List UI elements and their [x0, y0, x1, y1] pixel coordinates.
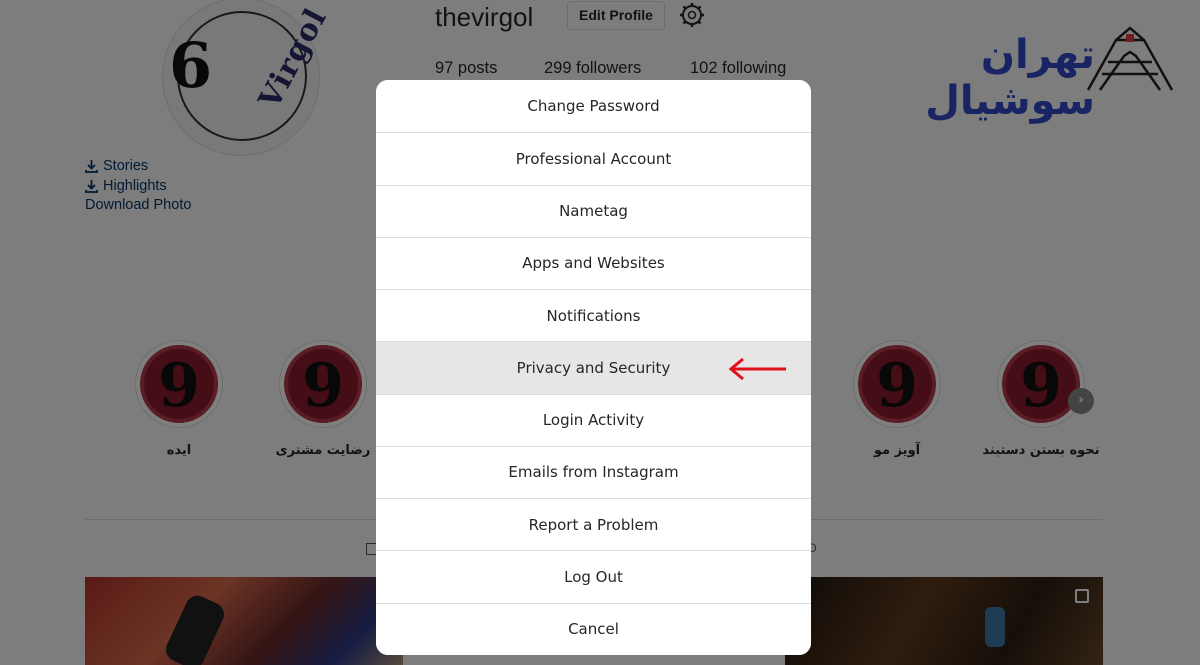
red-arrow-annotation-icon	[728, 357, 786, 381]
menu-item-report-problem[interactable]: Report a Problem	[376, 498, 811, 551]
menu-item-cancel[interactable]: Cancel	[376, 602, 811, 655]
menu-item-emails-instagram[interactable]: Emails from Instagram	[376, 445, 811, 499]
menu-item-log-out[interactable]: Log Out	[376, 550, 811, 603]
menu-item-professional-account[interactable]: Professional Account	[376, 132, 811, 185]
menu-item-notifications[interactable]: Notifications	[376, 289, 811, 342]
menu-item-login-activity[interactable]: Login Activity	[376, 393, 811, 446]
menu-item-change-password[interactable]: Change Password	[376, 80, 811, 133]
menu-item-nametag[interactable]: Nametag	[376, 184, 811, 237]
menu-item-apps-websites[interactable]: Apps and Websites	[376, 236, 811, 290]
